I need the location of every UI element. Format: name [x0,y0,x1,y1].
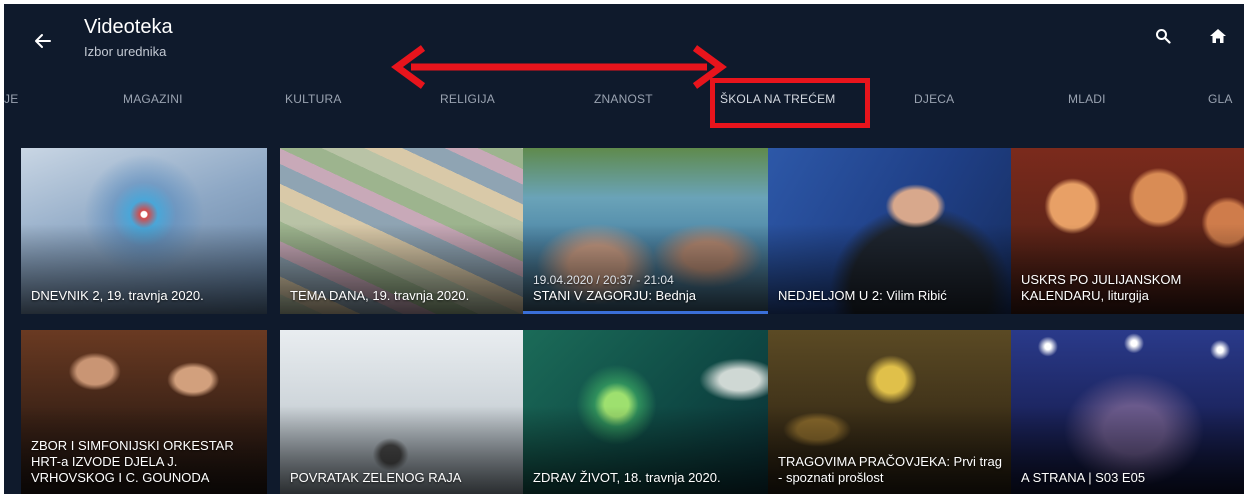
video-card[interactable]: NEDJELJOM U 2: Vilim Ribić [768,148,1014,314]
tab-mladi[interactable]: MLADI [1068,92,1106,106]
category-tabs: JE MAGAZINI KULTURA RELIGIJA ZNANOST ŠKO… [4,92,1244,116]
video-card-focused[interactable]: 19.04.2020 / 20:37 - 21:04 STANI V ZAGOR… [523,148,769,314]
search-icon [1156,29,1171,44]
tab-religija[interactable]: RELIGIJA [440,92,495,106]
video-title: A STRANA | S03 E05 [1021,470,1146,485]
video-card[interactable]: USKRS PO JULIJANSKOM KALENDARU, liturgij… [1011,148,1244,314]
arrow-left-icon [35,34,51,48]
back-button[interactable] [28,26,58,56]
tab-gla[interactable]: GLA [1208,92,1233,106]
video-card[interactable]: TEMA DANA, 19. travnja 2020. [280,148,526,314]
video-card[interactable]: POVRATAK ZELENOG RAJA [280,330,526,494]
red-double-arrow-annotation [391,45,727,89]
video-title: USKRS PO JULIJANSKOM KALENDARU, liturgij… [1021,272,1182,303]
tab-skola-na-trecem[interactable]: ŠKOLA NA TREĆEM [720,92,835,106]
search-button[interactable] [1151,24,1175,48]
page-subtitle: Izbor urednika [84,44,167,59]
video-title: POVRATAK ZELENOG RAJA [290,470,462,485]
tab-znanost[interactable]: ZNANOST [594,92,653,106]
video-title: TRAGOVIMA PRAČOVJEKA: Prvi trag - spozna… [778,454,1002,485]
video-card[interactable]: ZBOR I SIMFONIJSKI ORKESTAR HRT-a IZVODE… [21,330,267,494]
tab-djeca[interactable]: DJECA [914,92,954,106]
video-airtime: 19.04.2020 / 20:37 - 21:04 [533,273,674,287]
tv-app-screen: Videoteka Izbor urednika JE MAGAZINI KUL… [4,4,1244,494]
video-card[interactable]: TRAGOVIMA PRAČOVJEKA: Prvi trag - spozna… [768,330,1014,494]
video-title: STANI V ZAGORJU: Bednja [533,288,697,303]
video-title: TEMA DANA, 19. travnja 2020. [290,288,470,303]
video-card[interactable]: DNEVNIK 2, 19. travnja 2020. [21,148,267,314]
video-card[interactable]: ZDRAV ŽIVOT, 18. travnja 2020. [523,330,769,494]
home-icon [1210,29,1226,43]
tab-je[interactable]: JE [4,92,18,106]
tab-kultura[interactable]: KULTURA [285,92,342,106]
video-title: NEDJELJOM U 2: Vilim Ribić [778,288,947,303]
page-title: Videoteka [84,16,173,38]
focus-underline [523,311,769,314]
home-button[interactable] [1206,24,1230,48]
tab-magazini[interactable]: MAGAZINI [123,92,183,106]
video-title: DNEVNIK 2, 19. travnja 2020. [31,288,204,303]
video-title: ZBOR I SIMFONIJSKI ORKESTAR HRT-a IZVODE… [31,438,234,485]
video-title: ZDRAV ŽIVOT, 18. travnja 2020. [533,470,721,485]
video-card[interactable]: A STRANA | S03 E05 [1011,330,1244,494]
